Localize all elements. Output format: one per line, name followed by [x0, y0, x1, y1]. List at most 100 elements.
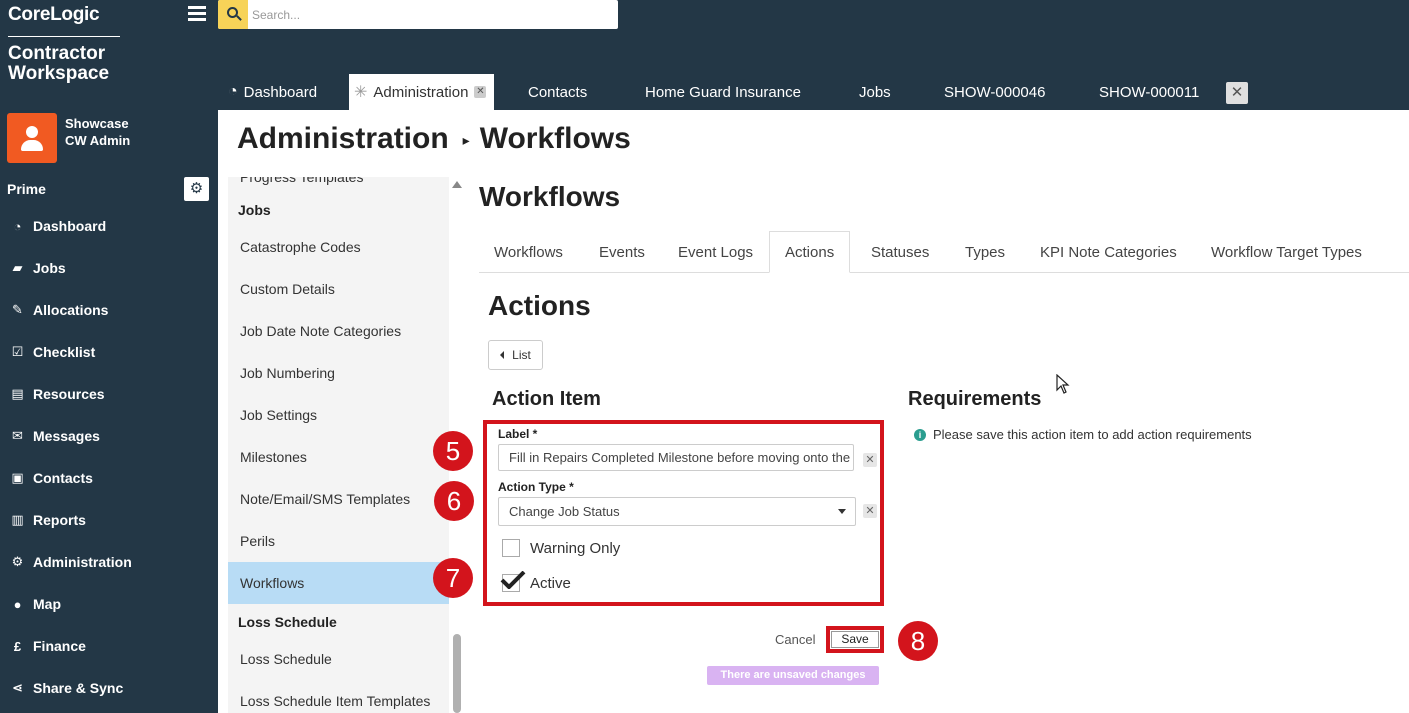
sidebar-item-label: Messages: [33, 428, 100, 444]
tab-label: Administration: [373, 83, 469, 101]
section-title: Actions: [488, 290, 591, 321]
subnav-item-job-date-note-categories[interactable]: Job Date Note Categories: [228, 310, 449, 352]
hamburger-menu-icon[interactable]: [188, 6, 206, 24]
tab-workflow-target-types[interactable]: Workflow Target Types: [1211, 231, 1362, 273]
tab-actions[interactable]: Actions: [769, 231, 851, 273]
tab-label: SHOW-000011: [1099, 83, 1200, 101]
subnav-group-title: Jobs: [238, 202, 271, 218]
brand-divider: [8, 36, 120, 37]
tab-jobs[interactable]: Jobs: [859, 74, 891, 110]
tab-events[interactable]: Events: [599, 231, 645, 273]
list-button[interactable]: List: [488, 340, 543, 370]
sidebar-item-resources[interactable]: ▤ Resources: [0, 373, 218, 415]
tab-dashboard[interactable]: ◔ Dashboard: [228, 74, 317, 110]
tab-contacts[interactable]: Contacts: [528, 74, 587, 110]
search-button[interactable]: [218, 0, 248, 29]
subnav-item-workflows[interactable]: Workflows: [228, 562, 449, 604]
content-title: Workflows: [479, 181, 621, 212]
user-icon-head: [26, 126, 38, 138]
sidebar-item-jobs[interactable]: ▰ Jobs: [0, 247, 218, 289]
sidebar-item-finance[interactable]: £ Finance: [0, 625, 218, 667]
sidebar-item-label: Map: [33, 596, 61, 612]
admin-subnav: Progress Templates Jobs Catastrophe Code…: [228, 177, 449, 713]
sidebar-item-administration[interactable]: ⚙ Administration: [0, 541, 218, 583]
warning-only-checkbox[interactable]: [502, 539, 520, 557]
unsaved-changes-badge: There are unsaved changes: [707, 666, 879, 685]
sidebar-item-map[interactable]: ● Map: [0, 583, 218, 625]
sidebar-section-title: Prime: [7, 181, 46, 197]
user-role: CW Admin: [65, 133, 131, 148]
save-button[interactable]: Save: [831, 631, 879, 648]
clear-action-type-icon[interactable]: ✕: [863, 504, 877, 518]
tab-types[interactable]: Types: [965, 231, 1005, 273]
sidebar-item-share-sync[interactable]: ⋖ Share & Sync: [0, 667, 218, 709]
action-type-select[interactable]: Change Job Status: [498, 497, 856, 526]
clipboard-icon: ▤: [11, 386, 24, 401]
active-label: Active: [530, 575, 571, 592]
search-box: [218, 0, 618, 29]
tab-event-logs[interactable]: Event Logs: [678, 231, 753, 273]
subnav-item-catastrophe-codes[interactable]: Catastrophe Codes: [228, 226, 449, 268]
scrollbar-thumb[interactable]: [453, 634, 461, 713]
subnav-group-title: Loss Schedule: [238, 614, 337, 630]
subnav-item-perils[interactable]: Perils: [228, 520, 449, 562]
tab-home-guard-insurance[interactable]: Home Guard Insurance: [645, 74, 801, 110]
mouse-cursor-icon: [1056, 374, 1070, 394]
pound-icon: £: [13, 638, 22, 654]
label-input[interactable]: Fill in Repairs Completed Milestone befo…: [498, 444, 854, 471]
globe-icon: ●: [13, 596, 22, 612]
sidebar-item-label: Checklist: [33, 344, 96, 360]
caret-left-icon: [500, 351, 505, 359]
tab-administration[interactable]: ✳ Administration ✕: [349, 74, 495, 110]
sidebar-settings-button[interactable]: ⚙: [184, 177, 209, 201]
tab-label: Jobs: [859, 83, 891, 101]
sidebar-item-label: Contacts: [33, 470, 93, 486]
clear-label-icon[interactable]: ✕: [863, 453, 877, 467]
user-org: Showcase: [65, 116, 129, 131]
requirements-note: i Please save this action item to add act…: [914, 427, 1252, 442]
gear-icon: ⚙: [11, 554, 24, 569]
tab-show-000011[interactable]: SHOW-000011: [1099, 74, 1199, 110]
subnav-item-loss-schedule[interactable]: Loss Schedule: [228, 638, 449, 680]
sidebar-item-label: Allocations: [33, 302, 109, 318]
breadcrumb-parent[interactable]: Administration: [237, 122, 449, 155]
subnav-item-loss-schedule-item-templates[interactable]: Loss Schedule Item Templates: [228, 680, 449, 713]
sidebar-item-label: Jobs: [33, 260, 66, 276]
sidebar-item-checklist[interactable]: ☑ Checklist: [0, 331, 218, 373]
tab-close-icon[interactable]: ✕: [474, 86, 487, 98]
tab-show-000046[interactable]: SHOW-000046: [944, 74, 1045, 110]
requirements-heading: Requirements: [908, 388, 1042, 410]
subnav-item-job-settings[interactable]: Job Settings: [228, 394, 449, 436]
subnav-item-custom-details[interactable]: Custom Details: [228, 268, 449, 310]
sidebar-item-contacts[interactable]: ▣ Contacts: [0, 457, 218, 499]
tab-workflows[interactable]: Workflows: [494, 231, 563, 273]
annotation-marker-5: 5: [433, 431, 473, 471]
close-all-tabs-button[interactable]: ✕: [1226, 82, 1248, 104]
chevron-down-icon: [838, 509, 846, 514]
bar-chart-icon: ▥: [11, 512, 24, 527]
sidebar-item-dashboard[interactable]: ◔ Dashboard: [0, 205, 218, 247]
subnav-item-job-numbering[interactable]: Job Numbering: [228, 352, 449, 394]
action-type-value: Change Job Status: [509, 504, 620, 519]
avatar[interactable]: [7, 113, 57, 163]
search-input[interactable]: [252, 5, 602, 25]
sidebar-item-reports[interactable]: ▥ Reports: [0, 499, 218, 541]
subnav-item-cut[interactable]: Progress Templates: [240, 177, 363, 185]
sidebar-item-label: Administration: [33, 554, 132, 570]
subnav-item-milestones[interactable]: Milestones: [228, 436, 449, 478]
tab-kpi-note-categories[interactable]: KPI Note Categories: [1040, 231, 1177, 273]
sidebar-item-messages[interactable]: ✉ Messages: [0, 415, 218, 457]
user-icon-body: [21, 140, 43, 151]
cancel-button[interactable]: Cancel: [775, 632, 815, 647]
app-name-line-1: Contractor: [8, 43, 106, 64]
tab-statuses[interactable]: Statuses: [871, 231, 929, 273]
brand-logo[interactable]: CoreLogic: [8, 4, 100, 26]
subnav-item-templates[interactable]: Note/Email/SMS Templates: [228, 478, 449, 520]
dashboard-icon: ◔: [13, 218, 22, 234]
share-icon: ⋖: [12, 680, 23, 695]
warning-only-label: Warning Only: [530, 540, 621, 557]
scroll-up-icon[interactable]: [452, 181, 462, 188]
sidebar-item-allocations[interactable]: ✎ Allocations: [0, 289, 218, 331]
sidebar-item-label: Resources: [33, 386, 105, 402]
chevron-right-icon: ▸: [462, 131, 470, 148]
